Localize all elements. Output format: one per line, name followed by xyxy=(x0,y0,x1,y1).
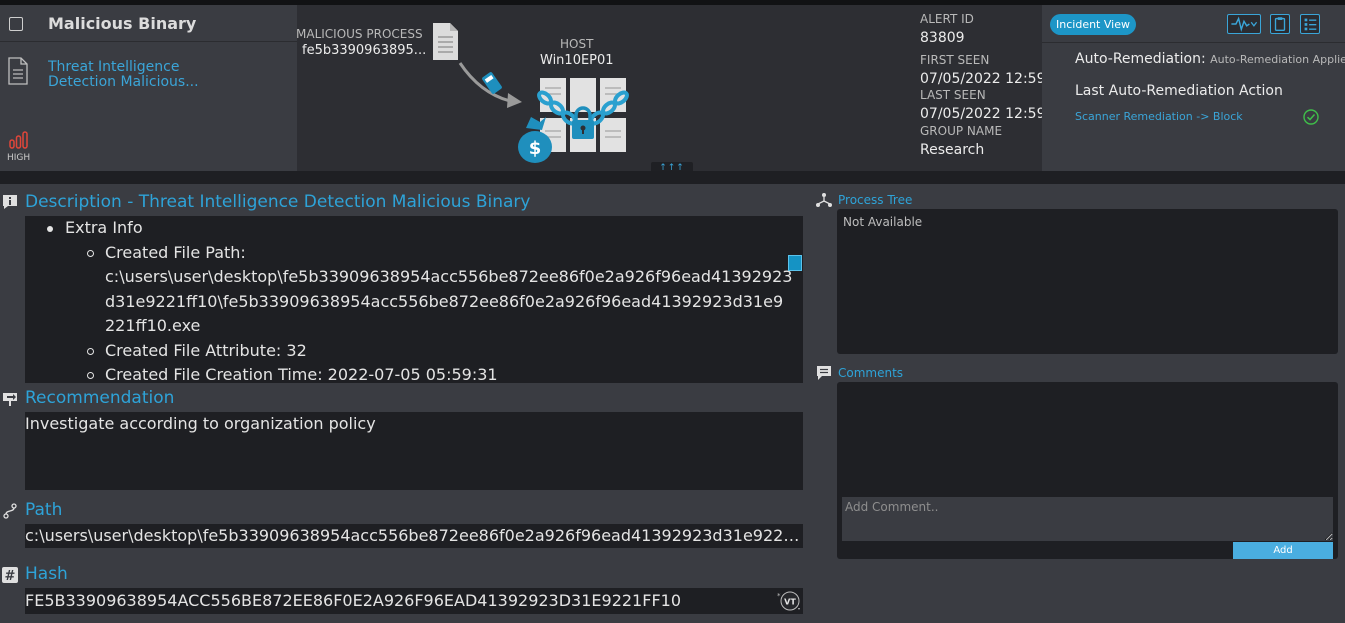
group-name-label: GROUP NAME xyxy=(920,124,1003,138)
file-icon xyxy=(433,23,458,60)
list-item: Extra Info xyxy=(25,216,803,241)
alert-id-label: ALERT ID xyxy=(920,12,974,26)
svg-text:*: * xyxy=(777,592,781,600)
last-remediation-action[interactable]: Scanner Remediation -> Block xyxy=(1075,110,1243,123)
select-alert-checkbox[interactable] xyxy=(9,17,23,31)
comments-title: Comments xyxy=(838,366,904,380)
hash-value: FE5B33909638954ACC556BE872EE86F0E2A926F9… xyxy=(25,588,803,614)
ransomware-illustration: $ xyxy=(433,23,629,163)
last-remediation-label: Last Auto-Remediation Action xyxy=(1075,83,1283,99)
svg-text:#: # xyxy=(5,569,16,583)
alert-summary-panel: Malicious Binary Threat Intelligence Det… xyxy=(0,5,297,171)
svg-text:$: $ xyxy=(529,138,542,159)
vt-label: VT xyxy=(784,598,796,607)
info-icon xyxy=(3,195,17,209)
description-title: Description - Threat Intelligence Detect… xyxy=(25,192,531,212)
process-tree-box: Not Available xyxy=(837,209,1338,354)
auto-remediation-label: Auto-Remediation: xyxy=(1075,51,1206,67)
document-icon xyxy=(8,57,28,85)
add-comment-button[interactable]: Add xyxy=(1233,542,1333,559)
threat-name-link[interactable]: Threat Intelligence Detection Malicious.… xyxy=(48,60,288,90)
threat-name-line1: Threat Intelligence xyxy=(48,60,180,75)
virustotal-icon[interactable]: VT * xyxy=(775,589,801,613)
malicious-process-value[interactable]: fe5b3390963895... xyxy=(302,43,426,58)
severity-bars-icon xyxy=(9,131,28,149)
first-seen-label: FIRST SEEN xyxy=(920,53,990,67)
path-title: Path xyxy=(25,500,63,520)
malicious-process-label: MALICIOUS PROCESS xyxy=(296,27,423,41)
first-seen-value: 07/05/2022 12:59 xyxy=(920,71,1046,87)
last-seen-value: 07/05/2022 12:59 xyxy=(920,106,1046,122)
severity-label: HIGH xyxy=(7,153,31,163)
list-item: Created File Creation Time: 2022-07-05 0… xyxy=(25,363,803,383)
recommendation-title: Recommendation xyxy=(25,388,175,408)
clipboard-icon[interactable] xyxy=(1270,14,1290,34)
threat-name-line2: Detection Malicious... xyxy=(48,75,199,90)
locked-files-icon xyxy=(537,78,629,152)
alert-id-value: 83809 xyxy=(920,30,965,46)
recommendation-icon xyxy=(3,393,17,406)
add-comment-input[interactable] xyxy=(842,497,1333,541)
comments-icon xyxy=(817,366,831,380)
process-tree-title: Process Tree xyxy=(838,193,913,207)
list-icon[interactable] xyxy=(1300,14,1320,34)
incident-view-button[interactable]: Incident View xyxy=(1050,14,1136,35)
hash-title: Hash xyxy=(25,564,68,584)
description-list: Extra Info Created File Path: c:\users\u… xyxy=(25,216,803,383)
path-icon xyxy=(3,503,17,519)
description-scrollbar[interactable] xyxy=(788,255,802,271)
list-item: Created File Path: xyxy=(25,241,803,266)
created-file-path: c:\users\user\desktop\fe5b33909638954acc… xyxy=(105,267,793,335)
success-check-icon xyxy=(1303,109,1319,125)
description-box: Extra Info Created File Path: c:\users\u… xyxy=(25,216,803,383)
arrow-icon xyxy=(458,62,522,108)
alert-titlebar: Malicious Binary xyxy=(0,5,297,42)
list-item: Created File Attribute: 32 xyxy=(25,339,803,364)
activity-icon[interactable] xyxy=(1227,14,1261,34)
auto-remediation-status: Auto-Remediation Applied xyxy=(1210,53,1345,66)
header-separator xyxy=(0,171,1345,184)
remediation-divider xyxy=(1042,42,1345,43)
hash-icon: # xyxy=(2,567,18,583)
alert-title: Malicious Binary xyxy=(48,14,197,33)
process-tree-icon xyxy=(816,193,832,207)
recommendation-box: Investigate according to organization po… xyxy=(25,412,803,490)
auto-remediation-row: Auto-Remediation: Auto-Remediation Appli… xyxy=(1075,51,1345,67)
path-value: c:\users\user\desktop\fe5b33909638954acc… xyxy=(25,524,803,548)
last-seen-label: LAST SEEN xyxy=(920,88,986,102)
group-name-value: Research xyxy=(920,142,985,158)
